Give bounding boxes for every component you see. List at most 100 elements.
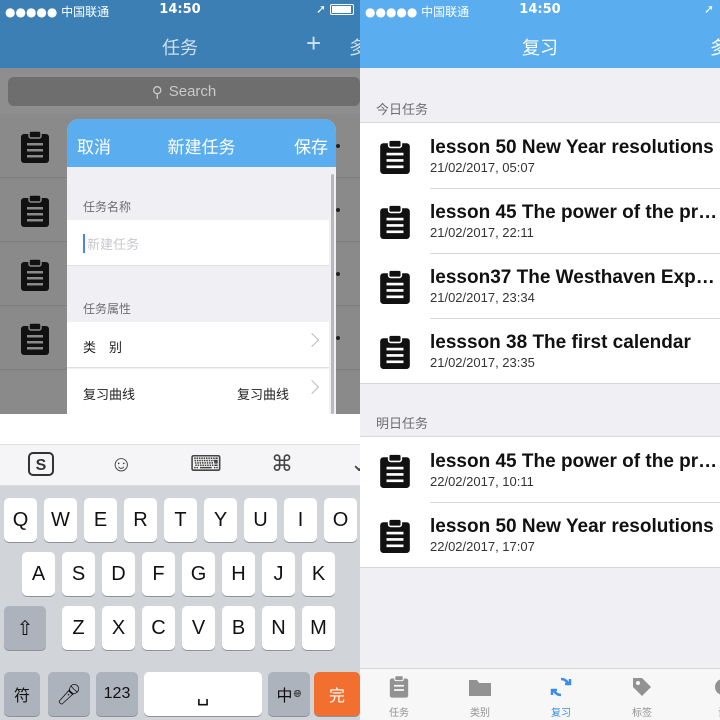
numbers-key[interactable]: 123 — [96, 672, 138, 716]
cut-text-mark — [336, 336, 340, 340]
list-item[interactable]: lesson 50 New Year resolutions 21/02/2017… — [360, 123, 720, 188]
task-date: 21/02/2017, 22:11 — [430, 225, 534, 240]
clipboard-icon — [21, 258, 49, 291]
tab-label: 类别 — [470, 708, 490, 719]
tab-label: 标签 — [632, 708, 652, 719]
section-header-tomorrow: 明日任务 — [376, 417, 429, 432]
tab-tasks[interactable]: 任务 — [363, 675, 435, 719]
add-task-button[interactable]: + — [306, 28, 321, 59]
list-item[interactable]: lesson37 The Westhaven Express 21/02/2017… — [360, 253, 720, 318]
key-x[interactable]: X — [102, 606, 135, 650]
tab-bar: 任务 类别 复习 标签 设 — [360, 668, 720, 720]
folder-icon — [467, 675, 493, 699]
key-a[interactable]: A — [22, 552, 55, 596]
task-date: 21/02/2017, 23:34 — [430, 290, 535, 305]
clipboard-icon — [380, 204, 410, 239]
clipboard-icon — [380, 139, 410, 174]
tab-tags[interactable]: 标签 — [606, 675, 678, 719]
language-key[interactable]: 中 🌐︎ — [268, 672, 310, 716]
key-v[interactable]: V — [182, 606, 215, 650]
list-item[interactable]: lessson 38 The first calendar 21/02/2017,… — [360, 318, 720, 383]
category-cell[interactable]: 类 别 — [67, 322, 329, 368]
key-f[interactable]: F — [142, 552, 175, 596]
tab-label: 设 — [687, 704, 720, 719]
left-screen: 任务 + 多 ●●●●● 中国联通 14:50 ➚ ⚲ Search 取消 新建… — [0, 0, 360, 720]
chevron-right-icon — [304, 332, 320, 348]
cut-text-mark — [336, 272, 340, 276]
tab-review[interactable]: 复习 — [525, 675, 597, 719]
key-k[interactable]: K — [302, 552, 335, 596]
clipboard-icon — [387, 675, 411, 699]
shift-key[interactable]: ⇧ — [4, 606, 46, 650]
key-j[interactable]: J — [262, 552, 295, 596]
key-y[interactable]: Y — [204, 498, 237, 542]
clipboard-icon — [380, 334, 410, 369]
more-button[interactable]: 多 — [710, 34, 720, 60]
clipboard-icon — [21, 130, 49, 163]
space-key[interactable]: ␣ — [144, 672, 262, 716]
task-title: lessson 38 The first calendar — [430, 332, 691, 353]
review-curve-cell[interactable]: 复习曲线 复习曲线 — [67, 369, 329, 415]
mic-icon[interactable]: 🎤︎ — [48, 672, 90, 716]
cut-text-mark — [336, 144, 340, 148]
task-name-field[interactable]: 新建任务 — [67, 220, 329, 266]
review-screen: 复习 多 ●●●●● 中国联通 14:50 ➚ 今日任务 lesson 50 N… — [360, 0, 720, 720]
list-item[interactable]: lesson 45 The power of the press 22/02/20… — [360, 437, 720, 502]
key-m[interactable]: M — [302, 606, 335, 650]
section-header-attr: 任务属性 — [83, 302, 132, 316]
key-w[interactable]: W — [44, 498, 77, 542]
search-placeholder: Search — [168, 83, 217, 100]
task-date: 21/02/2017, 05:07 — [430, 160, 535, 175]
tag-icon — [630, 675, 654, 699]
key-d[interactable]: D — [102, 552, 135, 596]
tab-settings[interactable]: 设 — [687, 675, 720, 719]
key-c[interactable]: C — [142, 606, 175, 650]
tab-categories[interactable]: 类别 — [444, 675, 516, 719]
chevron-right-icon — [304, 379, 320, 395]
refresh-icon — [549, 675, 573, 699]
curve-label: 复习曲线 — [83, 388, 136, 403]
keyboard-accessory-gap — [0, 414, 360, 444]
task-title: lesson 45 The power of the press — [430, 451, 720, 472]
key-q[interactable]: Q — [4, 498, 37, 542]
key-g[interactable]: G — [182, 552, 215, 596]
svg-text:S: S — [36, 457, 47, 474]
list-item[interactable]: lesson 50 New Year resolutions 22/02/2017… — [360, 502, 720, 567]
cut-text-mark — [336, 208, 340, 212]
key-t[interactable]: T — [164, 498, 197, 542]
emoji-icon[interactable]: ☺ — [110, 451, 132, 477]
key-r[interactable]: R — [124, 498, 157, 542]
key-b[interactable]: B — [222, 606, 255, 650]
status-bar: ●●●●● 中国联通 14:50 ➚ — [0, 0, 360, 20]
today-list: lesson 50 New Year resolutions 21/02/2017… — [360, 122, 720, 384]
save-button[interactable]: 保存 — [294, 133, 328, 158]
clipboard-icon — [21, 322, 49, 355]
chevron-down-icon[interactable]: ⌄ — [350, 451, 360, 477]
key-s[interactable]: S — [62, 552, 95, 596]
task-date: 21/02/2017, 23:35 — [430, 355, 535, 370]
key-h[interactable]: H — [222, 552, 255, 596]
task-name-input[interactable]: 新建任务 — [83, 234, 139, 253]
modal-scrollbar[interactable] — [331, 174, 334, 414]
status-bar: ●●●●● 中国联通 14:50 ➚ — [360, 0, 720, 20]
key-e[interactable]: E — [84, 498, 117, 542]
modal-header: 取消 新建任务 保存 — [67, 119, 336, 167]
done-key[interactable]: 完 — [314, 672, 360, 716]
key-n[interactable]: N — [262, 606, 295, 650]
command-icon[interactable]: ⌘ — [271, 451, 293, 477]
sogou-logo-icon[interactable]: S — [26, 451, 56, 483]
key-o[interactable]: O — [324, 498, 357, 542]
symbol-key[interactable]: 符 — [4, 672, 40, 716]
clipboard-icon — [21, 194, 49, 227]
list-item[interactable]: lesson 45 The power of the press 21/02/20… — [360, 188, 720, 253]
battery-icon — [330, 3, 354, 15]
key-i[interactable]: I — [284, 498, 317, 542]
more-button[interactable]: 多 — [349, 34, 360, 60]
key-u[interactable]: U — [244, 498, 277, 542]
search-input[interactable]: ⚲ Search — [8, 77, 360, 106]
task-title: lesson 45 The power of the press — [430, 202, 720, 223]
key-z[interactable]: Z — [62, 606, 95, 650]
search-bar: ⚲ Search — [0, 68, 360, 114]
clipboard-icon — [380, 518, 410, 553]
keyboard-icon[interactable]: ⌨ — [190, 451, 222, 477]
